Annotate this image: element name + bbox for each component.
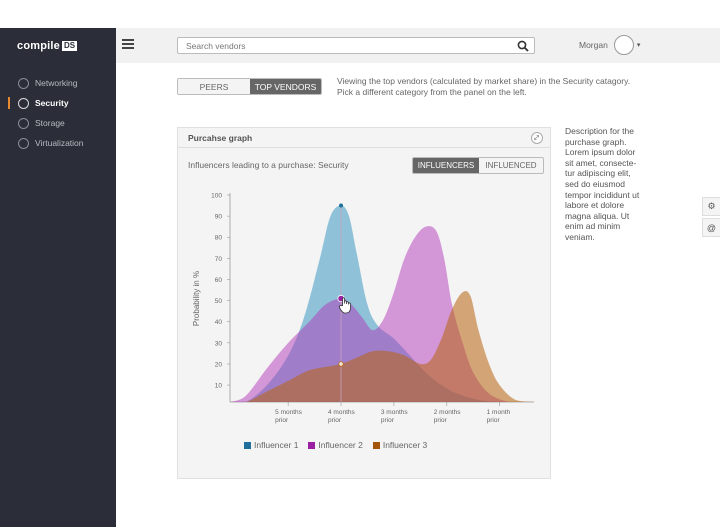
panel-subtitle: Influencers leading to a purchase: Secur… bbox=[188, 160, 349, 170]
search-bar bbox=[177, 37, 535, 54]
sidebar-item-label: Networking bbox=[35, 78, 78, 88]
graph-description: Description for the purchase graph. Lore… bbox=[565, 126, 640, 242]
y-tick-label: 90 bbox=[215, 214, 223, 221]
x-tick-label: 1 month bbox=[487, 409, 511, 416]
y-tick-label: 10 bbox=[215, 383, 223, 390]
chart-legend: Influencer 1 Influencer 2 Influencer 3 bbox=[244, 440, 437, 450]
sidebar: Networking Security Storage Virtualizati… bbox=[0, 63, 116, 527]
legend-swatch bbox=[308, 441, 316, 449]
username: Morgan bbox=[579, 40, 608, 50]
legend-label: Influencer 1 bbox=[254, 440, 299, 450]
purchase-chart[interactable]: 10 20 30 40 50 60 70 80 90 100 Probability in % 5 m… bbox=[178, 183, 550, 433]
x-tick-label: 3 months bbox=[381, 409, 408, 416]
y-tick-label: 80 bbox=[215, 235, 223, 242]
y-tick-label: 70 bbox=[215, 256, 223, 263]
chevron-down-icon[interactable]: ▾ bbox=[637, 41, 641, 49]
panel-header: Purcahse graph bbox=[178, 128, 550, 148]
y-tick-label: 60 bbox=[215, 277, 223, 284]
at-icon[interactable]: @ bbox=[702, 218, 720, 237]
intro-text: Viewing the top vendors (calculated by m… bbox=[337, 76, 631, 97]
top-spacer bbox=[0, 0, 720, 28]
x-tick-label: prior bbox=[434, 417, 448, 424]
x-tick-label: prior bbox=[328, 417, 342, 424]
tab-top-vendors[interactable]: TOP VENDORS bbox=[250, 79, 321, 94]
networking-icon bbox=[18, 77, 29, 89]
sidebar-item-storage[interactable]: Storage bbox=[0, 115, 116, 131]
sidebar-item-label: Security bbox=[35, 98, 69, 108]
influence-toggle: INFLUENCERS INFLUENCED bbox=[412, 157, 544, 174]
virtualization-icon bbox=[18, 137, 29, 149]
security-icon bbox=[18, 97, 29, 109]
sidebar-item-virtualization[interactable]: Virtualization bbox=[0, 135, 116, 151]
purchase-graph-panel: Purcahse graph Influencers leading to a … bbox=[177, 127, 551, 479]
legend-item[interactable]: Influencer 2 bbox=[308, 440, 363, 450]
legend-label: Influencer 3 bbox=[382, 440, 428, 450]
active-indicator bbox=[8, 97, 10, 109]
tab-peers[interactable]: PEERS bbox=[178, 79, 250, 94]
storage-icon bbox=[18, 117, 29, 129]
y-tick-label: 50 bbox=[215, 298, 223, 305]
y-tick-label: 40 bbox=[215, 319, 223, 326]
sidebar-item-label: Virtualization bbox=[35, 138, 84, 148]
x-tick-label: 5 months bbox=[275, 409, 302, 416]
logo-text: compile bbox=[17, 39, 60, 52]
legend-item[interactable]: Influencer 3 bbox=[372, 440, 428, 450]
legend-label: Influencer 2 bbox=[318, 440, 363, 450]
search-icon[interactable] bbox=[517, 40, 529, 52]
search-input[interactable] bbox=[178, 38, 508, 53]
x-tick-label: 2 months bbox=[434, 409, 461, 416]
legend-item[interactable]: Influencer 1 bbox=[244, 440, 298, 450]
x-tick-label: 4 months bbox=[328, 409, 355, 416]
expand-icon[interactable] bbox=[531, 132, 543, 144]
avatar[interactable] bbox=[613, 35, 634, 55]
logo-badge: DS bbox=[61, 40, 78, 51]
y-tick-label: 100 bbox=[211, 193, 222, 200]
hamburger-menu-icon[interactable] bbox=[122, 39, 134, 51]
y-tick-label: 20 bbox=[215, 361, 223, 368]
sidebar-item-networking[interactable]: Networking bbox=[0, 75, 116, 91]
y-axis-label: Probability in % bbox=[192, 271, 201, 326]
x-tick-label: prior bbox=[381, 417, 395, 424]
legend-swatch bbox=[244, 441, 251, 449]
hover-point-1 bbox=[339, 203, 344, 208]
brand-logo[interactable]: compile DS bbox=[0, 28, 116, 63]
sidebar-item-security[interactable]: Security bbox=[0, 95, 116, 111]
user-menu[interactable]: Morgan ▾ bbox=[579, 34, 640, 56]
panel-title: Purcahse graph bbox=[188, 133, 253, 143]
gear-icon[interactable]: ⚙ bbox=[702, 197, 720, 216]
hover-point-3 bbox=[338, 361, 344, 367]
toggle-influenced[interactable]: INFLUENCED bbox=[479, 158, 543, 173]
x-tick-label: prior bbox=[275, 417, 289, 424]
legend-swatch bbox=[372, 441, 380, 449]
sidebar-item-label: Storage bbox=[35, 118, 65, 128]
toggle-influencers[interactable]: INFLUENCERS bbox=[413, 158, 479, 173]
x-tick-label: prior bbox=[487, 417, 501, 424]
y-tick-label: 30 bbox=[215, 340, 223, 347]
view-tabs: PEERS TOP VENDORS bbox=[177, 78, 322, 95]
